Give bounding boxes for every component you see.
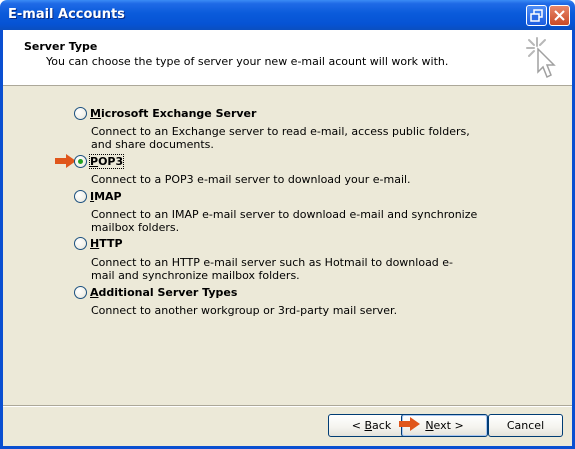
close-button[interactable] xyxy=(549,5,570,26)
close-icon xyxy=(554,10,565,21)
radio-http[interactable] xyxy=(74,237,87,250)
option-imap-label[interactable]: IMAP xyxy=(90,190,122,203)
option-pop3-description: Connect to a POP3 e-mail server to downl… xyxy=(91,173,411,186)
page-subtitle: You can choose the type of server your n… xyxy=(46,55,449,68)
title-bar[interactable]: E-mail Accounts xyxy=(0,0,575,30)
option-http-description: Connect to an HTTP e-mail server such as… xyxy=(91,256,454,282)
option-imap-description: Connect to an IMAP e-mail server to down… xyxy=(91,208,478,234)
window-title: E-mail Accounts xyxy=(8,7,125,22)
cancel-button[interactable]: Cancel xyxy=(488,414,563,437)
radio-additional[interactable] xyxy=(74,286,87,299)
option-http-label[interactable]: HTTP xyxy=(90,237,123,250)
radio-imap[interactable] xyxy=(74,190,87,203)
radio-pop3[interactable] xyxy=(74,155,87,168)
option-pop3-label[interactable]: POP3 xyxy=(88,154,125,169)
option-exchange-label[interactable]: Microsoft Exchange Server xyxy=(90,107,256,120)
wizard-cursor-icon xyxy=(526,37,556,79)
dialog-body: Server Type You can choose the type of s… xyxy=(3,30,572,446)
radio-exchange[interactable] xyxy=(74,107,87,120)
restore-button[interactable] xyxy=(526,5,547,26)
option-additional-label[interactable]: Additional Server Types xyxy=(90,286,237,299)
window-frame: Server Type You can choose the type of s… xyxy=(0,30,575,449)
option-exchange-description: Connect to an Exchange server to read e-… xyxy=(91,125,470,151)
orange-arrow-icon xyxy=(399,417,420,431)
wizard-header: Server Type You can choose the type of s… xyxy=(3,30,572,86)
restore-icon xyxy=(530,9,543,22)
option-additional-description: Connect to another workgroup or 3rd-part… xyxy=(91,304,398,317)
page-title: Server Type xyxy=(24,40,98,53)
